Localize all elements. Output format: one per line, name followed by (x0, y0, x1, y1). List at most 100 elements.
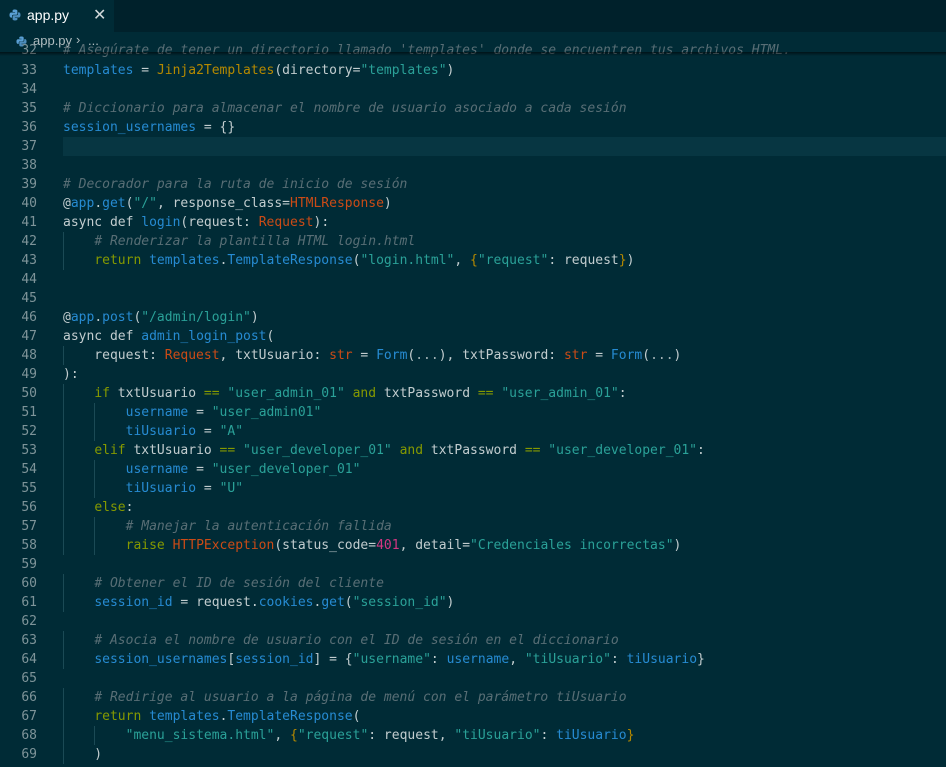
line-number: 64 (21, 652, 37, 667)
code-token: "templates" (360, 63, 447, 78)
indent-guide (94, 536, 96, 555)
code-token: txtPassword (383, 386, 478, 401)
code-token: cookies (258, 595, 314, 610)
indent-guide (94, 479, 96, 498)
code-token: ( (266, 329, 275, 344)
code-token: ( (352, 709, 361, 724)
code-token: (status_code= (274, 538, 377, 553)
code-token: = (188, 462, 212, 477)
code-token: @ (63, 310, 71, 325)
code-text: session_usernames[session_id] = {"userna… (63, 650, 705, 669)
code-token: "request" (477, 253, 549, 268)
code-token: , (454, 253, 471, 268)
code-line: 59 (0, 555, 946, 574)
line-number: 51 (21, 405, 37, 420)
code-token: # Manejar la autenticación fallida (125, 519, 392, 534)
code-token: raise (125, 538, 173, 553)
code-text: username = "user_developer_01" (63, 460, 361, 479)
code-line: 35 # Diccionario para almacenar el nombre… (0, 99, 946, 118)
line-number: 55 (21, 481, 37, 496)
code-editor[interactable]: 32 # Asegúrate de tener un directorio ll… (0, 41, 946, 767)
tab-app-py[interactable]: app.py ✕ (0, 0, 114, 32)
code-token: , response_class= (156, 196, 290, 211)
code-token: ) (446, 595, 455, 610)
code-line: 67 return templates.TemplateResponse( (0, 707, 946, 726)
code-line: 62 (0, 612, 946, 631)
line-number: 45 (21, 291, 37, 306)
code-token: : (540, 728, 557, 743)
code-token: { (470, 253, 478, 268)
line-number: 32 (21, 43, 37, 58)
indent-guide (63, 707, 64, 726)
code-token: == (524, 443, 541, 458)
indent-guide (63, 650, 64, 669)
code-token: ) (250, 310, 259, 325)
code-token: @ (63, 196, 71, 211)
code-line: 69 ) (0, 745, 946, 764)
code-line: 38 (0, 156, 946, 175)
code-token: return (94, 253, 150, 268)
code-token: "/admin/login" (141, 310, 251, 325)
code-text: tiUsuario = "A" (63, 422, 243, 441)
code-token: login (141, 215, 181, 230)
code-token: = request. (172, 595, 259, 610)
code-line: 40 @app.get("/", response_class=HTMLRespo… (0, 194, 946, 213)
line-number: 33 (21, 63, 37, 78)
code-line: 63 # Asocia el nombre de usuario con el … (0, 631, 946, 650)
code-token: get (321, 595, 345, 610)
code-token: "user_admin_01" (501, 386, 619, 401)
code-token: , detail= (399, 538, 471, 553)
code-token: 401 (376, 538, 400, 553)
indent-guide (94, 517, 96, 536)
code-text: return templates.TemplateResponse( (63, 707, 360, 726)
code-token: , (509, 652, 525, 667)
code-token: "user_admin01" (211, 405, 322, 420)
indent-guide (94, 422, 96, 441)
code-token: # Obtener el ID de sesión del cliente (94, 576, 384, 591)
code-token: (request: (180, 215, 259, 230)
line-number: 66 (21, 690, 37, 705)
indent-guide (63, 460, 64, 479)
code-token: = (188, 405, 212, 420)
line-number: 44 (21, 272, 37, 287)
code-token: , (274, 728, 290, 743)
code-text: @app.get("/", response_class=HTMLRespons… (63, 194, 392, 213)
code-token: "username" (352, 652, 431, 667)
line-number: 57 (21, 519, 37, 534)
code-token: : request (548, 253, 619, 268)
code-token: "tiUsuario" (524, 652, 611, 667)
code-text: # Redirige al usuario a la página de men… (63, 688, 626, 707)
code-token: session_usernames (63, 120, 197, 135)
indent-guide (94, 726, 96, 745)
code-line: 46 @app.post("/admin/login") (0, 308, 946, 327)
indent-guide (63, 498, 64, 517)
code-token: get (102, 196, 126, 211)
code-token: templates (149, 709, 220, 724)
code-text: return templates.TemplateResponse("login… (63, 251, 634, 270)
code-token: , txtUsuario: (219, 348, 330, 363)
line-number: 52 (21, 424, 37, 439)
code-token: "login.html" (360, 253, 455, 268)
code-line: 39 # Decorador para la ruta de inicio de … (0, 175, 946, 194)
code-token: "user_developer_01" (243, 443, 392, 458)
code-text: # Manejar la autenticación fallida (63, 517, 392, 536)
code-token: and (399, 443, 431, 458)
code-token: ): (63, 367, 79, 382)
code-token: (directory= (274, 63, 361, 78)
close-icon[interactable]: ✕ (93, 5, 106, 25)
code-text: elif txtUsuario == "user_developer_01" a… (63, 441, 705, 460)
code-token: == (219, 443, 236, 458)
code-line: 58 raise HTTPException(status_code=401, … (0, 536, 946, 555)
code-token: tiUsuario (125, 481, 197, 496)
line-number: 63 (21, 633, 37, 648)
code-token: == (477, 386, 494, 401)
code-text: async def admin_login_post( (63, 327, 274, 346)
